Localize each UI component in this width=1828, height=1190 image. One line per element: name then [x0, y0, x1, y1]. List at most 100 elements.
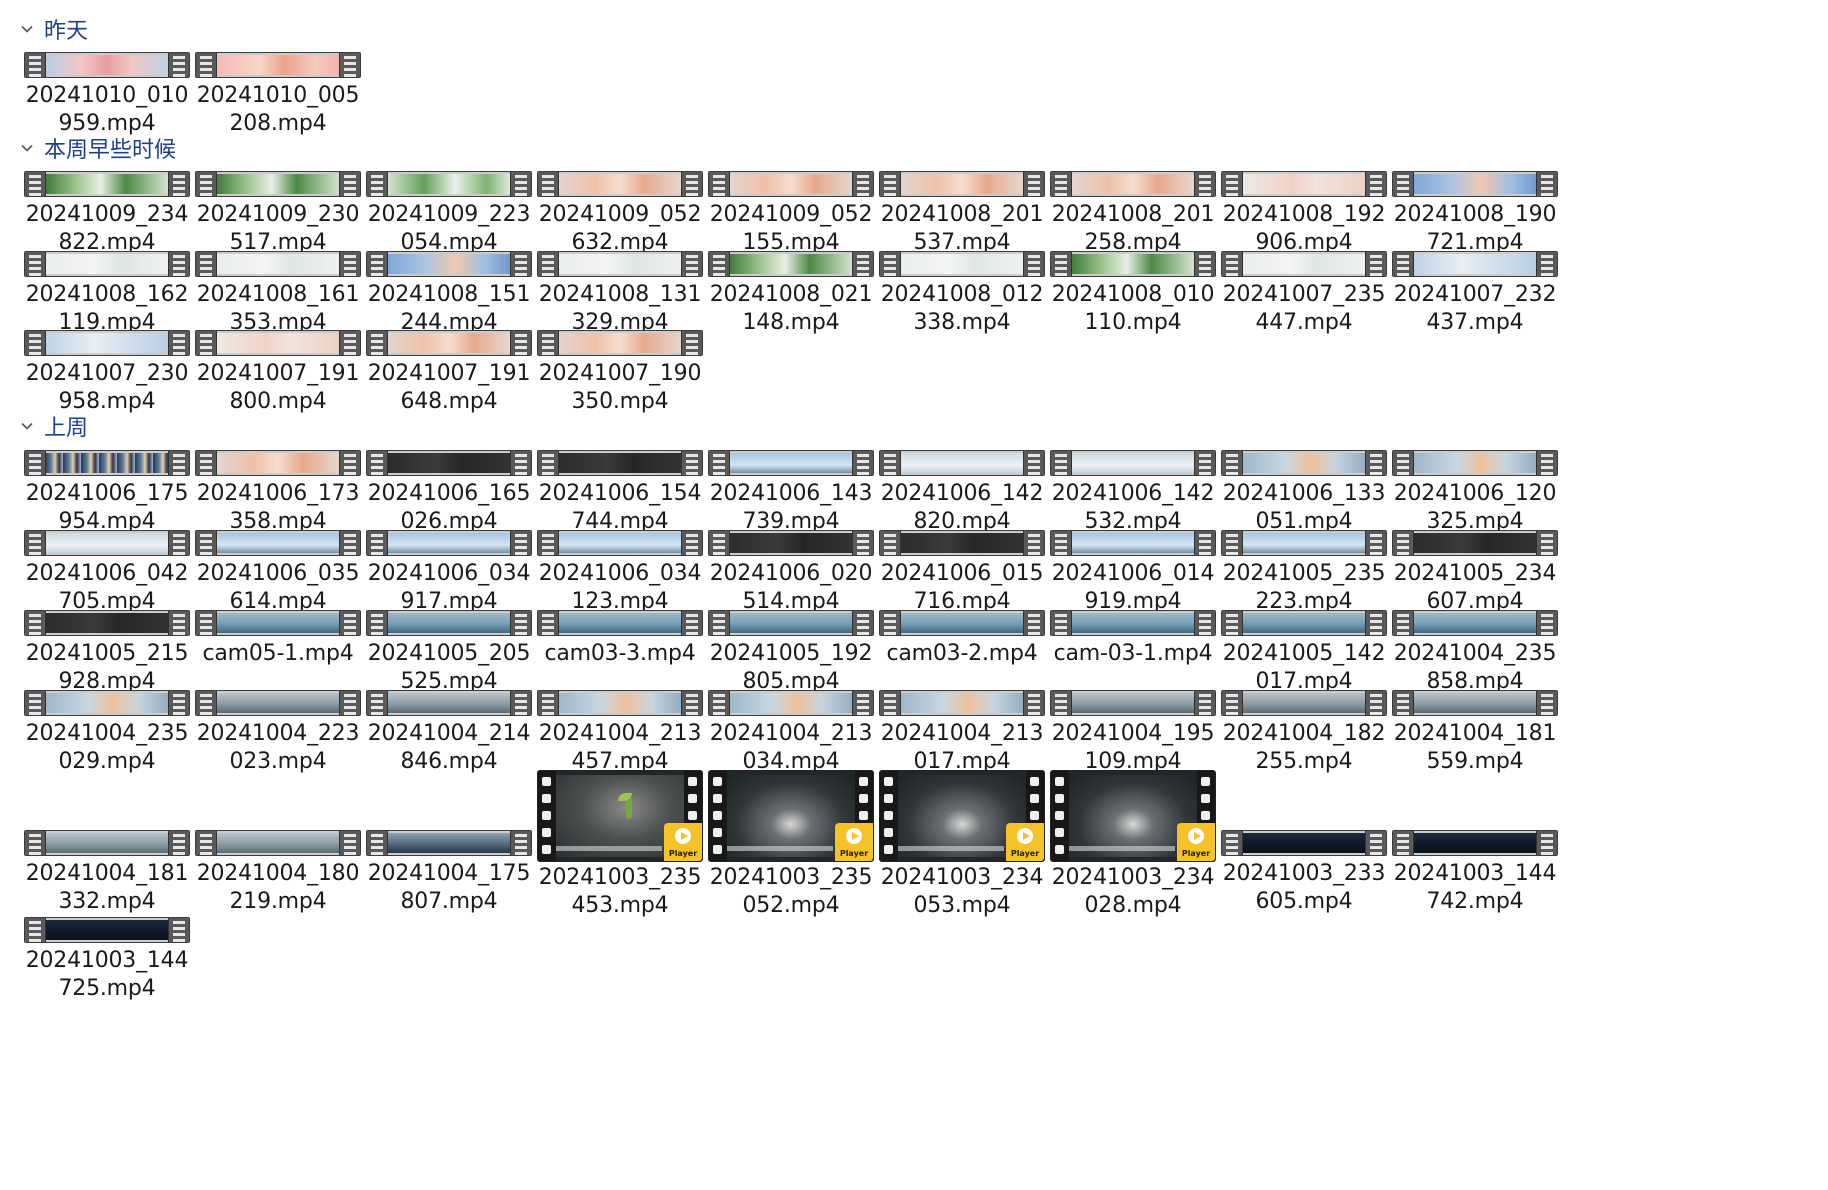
file-item[interactable]: 20241008_192 906.mp4 [1208, 171, 1400, 257]
file-item[interactable]: 20241004_213 034.mp4 [695, 690, 887, 776]
film-strip-icon [1221, 530, 1387, 556]
file-name: 20241008_161 353.mp4 [196, 282, 360, 335]
file-item[interactable]: 20241003_144 742.mp4 [1379, 830, 1571, 916]
video-thumbnail [537, 450, 703, 476]
file-item[interactable]: 20241004_214 846.mp4 [353, 690, 545, 776]
file-item[interactable]: 20241005_192 805.mp4 [695, 610, 887, 696]
film-strip-icon [1221, 610, 1387, 636]
file-item[interactable]: 20241006_034 123.mp4 [524, 530, 716, 616]
film-strip-icon [1050, 690, 1216, 716]
file-item[interactable]: 20241006_165 026.mp4 [353, 450, 545, 536]
file-item[interactable]: 20241008_190 721.mp4 [1379, 171, 1571, 257]
file-item[interactable]: 20241004_182 255.mp4 [1208, 690, 1400, 776]
file-item[interactable]: 20241005_234 607.mp4 [1379, 530, 1571, 616]
file-item[interactable]: 20241008_201 258.mp4 [1037, 171, 1229, 257]
file-item[interactable]: 20241006_143 739.mp4 [695, 450, 887, 536]
file-item[interactable]: 20241004_175 807.mp4 [353, 830, 545, 916]
file-item[interactable]: 20241004_235 029.mp4 [11, 690, 203, 776]
file-item[interactable]: Player 20241003_234 028.mp4 [1037, 770, 1229, 920]
video-thumbnail [708, 171, 874, 197]
file-item[interactable]: 20241008_021 148.mp4 [695, 251, 887, 337]
file-item[interactable]: 20241006_173 358.mp4 [182, 450, 374, 536]
chevron-down-icon[interactable] [20, 141, 34, 155]
video-thumbnail [1221, 830, 1387, 856]
file-item[interactable]: 20241006_042 705.mp4 [11, 530, 203, 616]
file-item[interactable]: 20241008_010 110.mp4 [1037, 251, 1229, 337]
file-item[interactable]: 20241007_230 958.mp4 [11, 330, 203, 416]
file-item[interactable]: 20241004_181 332.mp4 [11, 830, 203, 916]
video-thumbnail [879, 690, 1045, 716]
file-item[interactable]: 20241004_213 457.mp4 [524, 690, 716, 776]
file-name: 20241004_214 846.mp4 [367, 721, 531, 774]
file-item[interactable]: 20241004_213 017.mp4 [866, 690, 1058, 776]
file-item[interactable]: 20241006_015 716.mp4 [866, 530, 1058, 616]
file-item[interactable]: Player 20241003_234 053.mp4 [866, 770, 1058, 920]
file-item[interactable]: cam05-1.mp4 [182, 610, 374, 668]
film-strip-icon [879, 610, 1045, 636]
file-item[interactable]: 20241008_131 329.mp4 [524, 251, 716, 337]
file-item[interactable]: 20241008_151 244.mp4 [353, 251, 545, 337]
file-item[interactable]: 20241008_012 338.mp4 [866, 251, 1058, 337]
file-item[interactable]: 20241008_161 353.mp4 [182, 251, 374, 337]
file-item[interactable]: 20241007_190 350.mp4 [524, 330, 716, 416]
file-item[interactable]: 20241009_223 054.mp4 [353, 171, 545, 257]
file-item[interactable]: 20241003_233 605.mp4 [1208, 830, 1400, 916]
video-thumbnail [24, 251, 190, 277]
chevron-down-icon[interactable] [20, 419, 34, 433]
file-item[interactable]: cam03-3.mp4 [524, 610, 716, 668]
film-strip-icon [708, 610, 874, 636]
chevron-down-icon[interactable] [20, 22, 34, 36]
file-item[interactable]: 20241009_052 632.mp4 [524, 171, 716, 257]
file-item[interactable]: 20241005_235 223.mp4 [1208, 530, 1400, 616]
file-item[interactable]: 20241007_235 447.mp4 [1208, 251, 1400, 337]
file-item[interactable]: 20241004_180 219.mp4 [182, 830, 374, 916]
file-item[interactable]: 20241009_052 155.mp4 [695, 171, 887, 257]
file-item[interactable]: 20241006_133 051.mp4 [1208, 450, 1400, 536]
file-item[interactable]: 20241007_191 800.mp4 [182, 330, 374, 416]
group-header[interactable]: 昨天 [20, 14, 88, 44]
file-item[interactable]: 20241008_201 537.mp4 [866, 171, 1058, 257]
file-item[interactable]: 20241006_154 744.mp4 [524, 450, 716, 536]
file-item[interactable]: 20241010_005 208.mp4 [182, 52, 374, 138]
file-item[interactable]: 20241004_223 023.mp4 [182, 690, 374, 776]
video-thumbnail [708, 530, 874, 556]
film-strip-icon [24, 171, 190, 197]
file-name: 20241003_235 453.mp4 [538, 865, 702, 918]
video-thumbnail [24, 171, 190, 197]
file-item[interactable]: 20241005_215 928.mp4 [11, 610, 203, 696]
group-header[interactable]: 上周 [20, 411, 88, 441]
film-strip-icon [1050, 610, 1216, 636]
file-item[interactable]: 20241006_142 820.mp4 [866, 450, 1058, 536]
file-item[interactable]: 20241005_142 017.mp4 [1208, 610, 1400, 696]
file-item[interactable]: 20241006_035 614.mp4 [182, 530, 374, 616]
file-item[interactable]: 20241006_120 325.mp4 [1379, 450, 1571, 536]
file-item[interactable]: Player 20241003_235 453.mp4 [524, 770, 716, 920]
file-item[interactable]: Player 20241003_235 052.mp4 [695, 770, 887, 920]
file-item[interactable]: 20241009_230 517.mp4 [182, 171, 374, 257]
group-header[interactable]: 本周早些时候 [20, 133, 176, 163]
file-item[interactable]: 20241003_144 725.mp4 [11, 917, 203, 1003]
file-item[interactable]: 20241004_235 858.mp4 [1379, 610, 1571, 696]
file-item[interactable]: 20241008_162 119.mp4 [11, 251, 203, 337]
file-item[interactable]: cam-03-1.mp4 [1037, 610, 1229, 668]
file-item[interactable]: 20241005_205 525.mp4 [353, 610, 545, 696]
file-item[interactable]: 20241010_010 959.mp4 [11, 52, 203, 138]
video-thumbnail [195, 52, 361, 78]
video-thumbnail [195, 330, 361, 356]
file-item[interactable]: 20241006_175 954.mp4 [11, 450, 203, 536]
file-item[interactable]: 20241009_234 822.mp4 [11, 171, 203, 257]
file-item[interactable]: 20241007_232 437.mp4 [1379, 251, 1571, 337]
film-strip-icon [1392, 251, 1558, 277]
file-name: 20241010_005 208.mp4 [196, 83, 360, 136]
file-item[interactable]: 20241006_020 514.mp4 [695, 530, 887, 616]
file-item[interactable]: 20241006_014 919.mp4 [1037, 530, 1229, 616]
file-item[interactable]: 20241006_034 917.mp4 [353, 530, 545, 616]
file-item[interactable]: cam03-2.mp4 [866, 610, 1058, 668]
file-item[interactable]: 20241004_195 109.mp4 [1037, 690, 1229, 776]
file-item[interactable]: 20241006_142 532.mp4 [1037, 450, 1229, 536]
video-thumbnail [195, 450, 361, 476]
file-name: 20241009_052 632.mp4 [538, 202, 702, 255]
file-name: 20241006_143 739.mp4 [709, 481, 873, 534]
file-item[interactable]: 20241007_191 648.mp4 [353, 330, 545, 416]
file-item[interactable]: 20241004_181 559.mp4 [1379, 690, 1571, 776]
